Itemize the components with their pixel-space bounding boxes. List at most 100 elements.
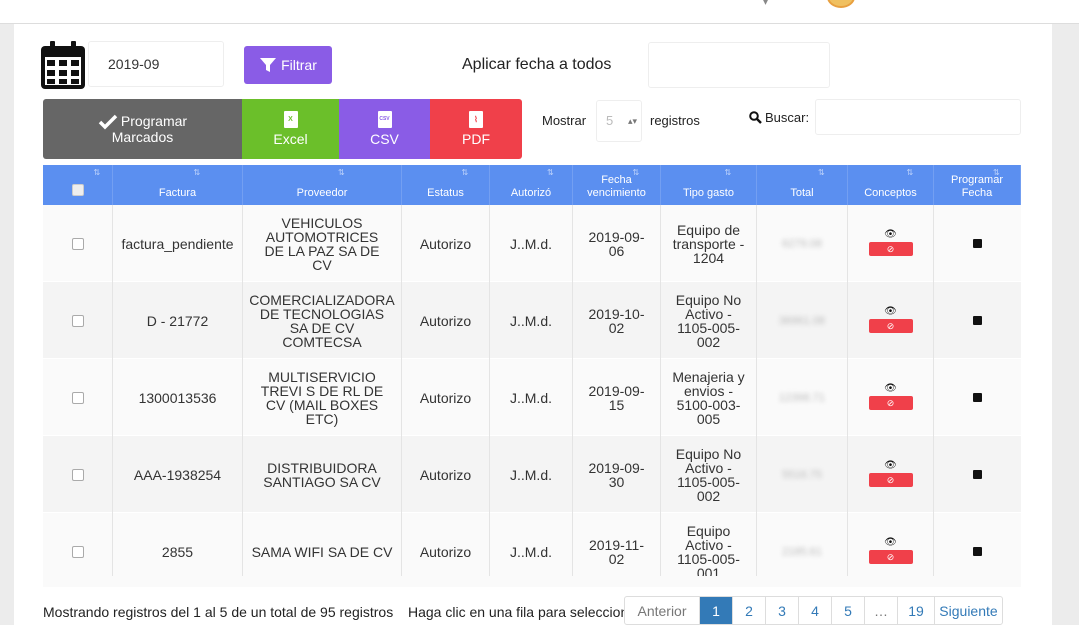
select-arrows-icon: ▴▾ xyxy=(627,116,637,126)
pagination-page-2[interactable]: 2 xyxy=(733,597,766,624)
eye-icon[interactable]: 👁 xyxy=(884,461,897,471)
table-row[interactable]: 1300013536 MULTISERVICIO TREVI S DE RL D… xyxy=(43,359,1021,436)
calendar-small-icon[interactable] xyxy=(973,470,982,479)
cell-total: 12398.71 xyxy=(779,391,825,404)
period-input[interactable]: 2019-09 xyxy=(88,41,224,87)
header-estatus[interactable]: ⇅ Estatus xyxy=(402,165,490,205)
pagination-next[interactable]: Siguiente xyxy=(935,597,1002,624)
cell-fecha: 2019-09-06 xyxy=(573,205,661,282)
calendar-small-icon[interactable] xyxy=(973,239,982,248)
table-row[interactable]: AAA-1938254 DISTRIBUIDORA SANTIAGO SA CV… xyxy=(43,436,1021,513)
header-select-all[interactable]: ⇅ xyxy=(43,165,113,205)
eye-icon[interactable]: 👁 xyxy=(884,307,897,317)
cell-factura: D - 21772 xyxy=(113,282,243,359)
ban-icon[interactable]: ⊘ xyxy=(868,242,913,256)
table-info: Mostrando registros del 1 al 5 de un tot… xyxy=(43,604,394,620)
search-input[interactable] xyxy=(815,99,1021,135)
pagination-page-19[interactable]: 19 xyxy=(898,597,935,624)
cell-autorizo: J..M.d. xyxy=(490,359,573,436)
apply-date-input[interactable] xyxy=(648,42,830,88)
cell-fecha: 2019-09-15 xyxy=(573,359,661,436)
header-tipo-gasto[interactable]: ⇅ Tipo gasto xyxy=(661,165,757,205)
cell-fecha: 2019-09-30 xyxy=(573,436,661,513)
header-factura[interactable]: ⇅ Factura xyxy=(113,165,243,205)
pagination-page-1[interactable]: 1 xyxy=(700,597,733,624)
invoices-table: ⇅ ⇅ Factura ⇅ Proveedor ⇅ Estatus ⇅ Auto… xyxy=(43,165,1021,587)
cell-total: 6279.08 xyxy=(782,237,822,250)
row-checkbox[interactable] xyxy=(71,391,84,404)
pagination-page-5[interactable]: 5 xyxy=(832,597,865,624)
pagination-page-3[interactable]: 3 xyxy=(766,597,799,624)
calendar-small-icon[interactable] xyxy=(973,393,982,402)
header-autorizo[interactable]: ⇅ Autorizó xyxy=(490,165,573,205)
header-proveedor[interactable]: ⇅ Proveedor xyxy=(243,165,402,205)
row-checkbox[interactable] xyxy=(71,545,84,558)
cell-total: 5516.75 xyxy=(782,468,822,481)
search-label: Buscar: xyxy=(749,110,809,125)
calendar-small-icon[interactable] xyxy=(973,316,982,325)
ban-icon[interactable]: ⊘ xyxy=(868,473,913,487)
avatar[interactable] xyxy=(827,0,855,8)
ban-icon[interactable]: ⊘ xyxy=(868,319,913,333)
eye-icon[interactable]: 👁 xyxy=(884,384,897,394)
header-programar-fecha[interactable]: ⇅ Programar Fecha xyxy=(934,165,1021,205)
row-checkbox[interactable] xyxy=(71,314,84,327)
pagination-page-4[interactable]: 4 xyxy=(799,597,832,624)
csv-label: CSV xyxy=(370,131,399,147)
cell-proveedor: MULTISERVICIO TREVI S DE RL DE CV (MAIL … xyxy=(243,359,402,436)
sort-icon: ⇅ xyxy=(93,168,101,177)
pdf-export-button[interactable]: ⌇ PDF xyxy=(430,99,522,159)
cell-estatus: Autorizo xyxy=(402,282,490,359)
select-all-checkbox[interactable] xyxy=(72,184,84,196)
eye-icon[interactable]: 👁 xyxy=(884,538,897,548)
cell-estatus: Autorizo xyxy=(402,205,490,282)
program-label-line1: Programar xyxy=(120,113,188,129)
table-row[interactable]: D - 21772 COMERCIALIZADORA DE TECNOLOGIA… xyxy=(43,282,1021,359)
cell-estatus: Autorizo xyxy=(402,436,490,513)
header-conceptos[interactable]: ⇅ Conceptos xyxy=(848,165,934,205)
cell-proveedor: VEHICULOS AUTOMOTRICES DE LA PAZ SA DE C… xyxy=(243,205,402,282)
program-marked-button[interactable]: Programar Marcados xyxy=(43,99,242,159)
calendar-icon[interactable] xyxy=(40,40,86,90)
table-row-partial xyxy=(43,576,1021,587)
pagination-ellipsis: … xyxy=(865,597,898,624)
cell-autorizo: J..M.d. xyxy=(490,205,573,282)
page-size-value: 5 xyxy=(606,113,614,128)
cell-estatus: Autorizo xyxy=(402,359,490,436)
sort-icon: ⇅ xyxy=(818,168,825,177)
table-row[interactable]: factura_pendiente VEHICULOS AUTOMOTRICES… xyxy=(43,205,1021,282)
user-menu-caret-icon[interactable]: ▾ xyxy=(763,0,771,8)
pagination: Anterior 1 2 3 4 5 … 19 Siguiente xyxy=(624,596,1003,625)
cell-fecha: 2019-10-02 xyxy=(573,282,661,359)
show-label: Mostrar xyxy=(542,113,587,128)
cell-proveedor: COMERCIALIZADORA DE TECNOLOGIAS SA DE CV… xyxy=(243,282,402,359)
cell-factura: factura_pendiente xyxy=(113,205,243,282)
eye-icon[interactable]: 👁 xyxy=(884,230,897,240)
filter-icon xyxy=(260,58,277,72)
search-label-text: Buscar: xyxy=(765,110,810,125)
ban-icon[interactable]: ⊘ xyxy=(868,396,913,410)
cell-factura: AAA-1938254 xyxy=(113,436,243,513)
ban-icon[interactable]: ⊘ xyxy=(868,550,913,564)
page-size-select[interactable]: 5 ▴▾ xyxy=(596,100,642,142)
row-checkbox[interactable] xyxy=(71,237,84,250)
pagination-previous[interactable]: Anterior xyxy=(625,597,700,624)
excel-export-button[interactable]: X Excel xyxy=(242,99,339,159)
header-fecha-vencimiento[interactable]: ⇅ Fecha vencimiento xyxy=(573,165,661,205)
sort-icon: ⇅ xyxy=(461,168,469,177)
calendar-small-icon[interactable] xyxy=(973,547,982,556)
csv-export-button[interactable]: CSV CSV xyxy=(339,99,430,159)
sort-icon: ⇅ xyxy=(193,168,201,177)
cell-tipo-gasto: Equipo No Activo - 1105-005-002 xyxy=(661,282,757,359)
selection-hint: Haga clic en una fila para seleccionar xyxy=(408,604,624,620)
excel-file-icon: X xyxy=(283,111,298,128)
records-label: registros xyxy=(650,113,700,128)
cell-total: 36961.08 xyxy=(779,314,825,327)
cell-total: 2185.61 xyxy=(782,545,822,558)
cell-tipo-gasto: Menajeria y envios - 5100-003-005 xyxy=(661,359,757,436)
sort-icon: ⇅ xyxy=(632,168,640,177)
header-total[interactable]: ⇅ Total xyxy=(757,165,848,205)
cell-tipo-gasto: Equipo No Activo - 1105-005-002 xyxy=(661,436,757,513)
filter-button[interactable]: Filtrar xyxy=(244,46,332,84)
row-checkbox[interactable] xyxy=(71,468,84,481)
